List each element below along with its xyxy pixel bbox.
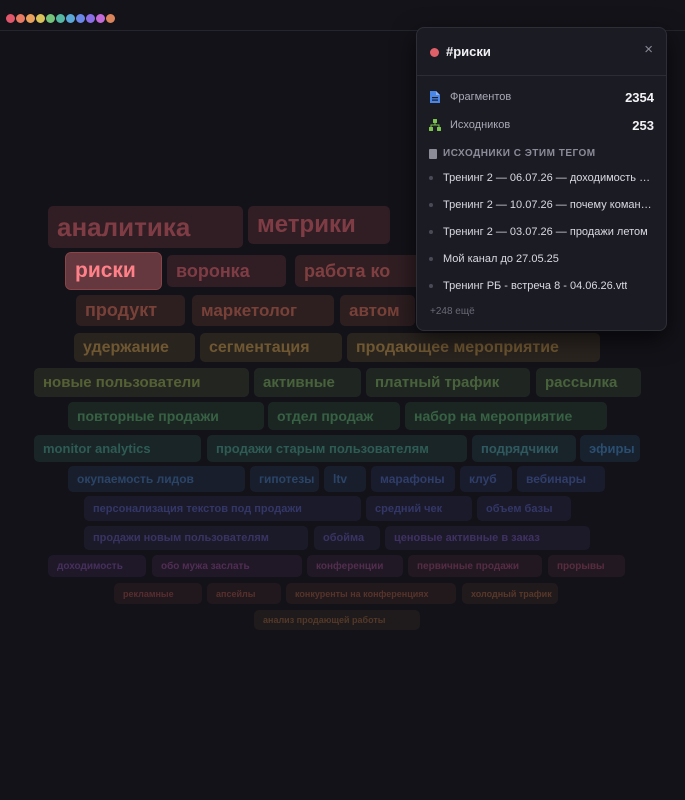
tag-chip[interactable]: monitor analytics <box>34 435 201 462</box>
tag-chip[interactable]: набор на мероприятие <box>405 402 607 430</box>
sources-stat: Исходников 253 <box>429 116 654 134</box>
source-title: Тренинг 2 — 10.07.26 — почему команда не… <box>443 199 655 211</box>
tag-chip[interactable]: новые пользователи <box>34 368 249 397</box>
more-sources-link[interactable]: +248 ещё <box>430 306 475 317</box>
tag-chip[interactable]: обойма <box>314 526 380 550</box>
tag-chip[interactable]: марафоны <box>371 466 455 492</box>
sources-label: Исходников <box>450 119 511 131</box>
tag-chip[interactable]: эфиры <box>580 435 640 462</box>
source-item[interactable]: Тренинг 2 — 03.07.26 — продажи летом <box>429 225 655 239</box>
tag-chip[interactable]: первичные продажи <box>408 555 542 577</box>
tag-chip[interactable]: продающее мероприятие <box>347 333 600 362</box>
hierarchy-icon <box>429 119 441 131</box>
source-title: Тренинг РБ - встреча 8 - 04.06.26.vtt <box>443 280 628 292</box>
close-icon[interactable]: × <box>644 41 653 58</box>
fragments-value: 2354 <box>625 89 654 105</box>
tag-chip[interactable]: сегментация <box>200 333 342 362</box>
bullet-icon <box>429 176 433 180</box>
tag-chip[interactable]: ltv <box>324 466 366 492</box>
panel-header: #риски × <box>417 28 666 76</box>
tag-chip[interactable]: аналитика <box>48 206 243 248</box>
panel-title: #риски <box>446 44 491 59</box>
tag-chip[interactable]: прорывы <box>548 555 625 577</box>
source-item[interactable]: Тренинг 2 — 06.07.26 — доходимость до се… <box>429 171 655 185</box>
tag-chip[interactable]: холодный трафик <box>462 583 558 604</box>
tag-chip[interactable]: удержание <box>74 333 195 362</box>
tag-chip[interactable]: доходимость <box>48 555 146 577</box>
tag-chip[interactable]: продукт <box>76 295 185 326</box>
bullet-icon <box>429 257 433 261</box>
fragments-label: Фрагментов <box>450 91 512 103</box>
tag-chip[interactable]: платный трафик <box>366 368 530 397</box>
tag-chip[interactable]: активные <box>254 368 361 397</box>
source-item[interactable]: Тренинг РБ - встреча 8 - 04.06.26.vtt <box>429 279 655 293</box>
tag-chip[interactable]: воронка <box>167 255 286 287</box>
tag-chip[interactable]: обо мужа заслать <box>152 555 302 577</box>
tag-chip[interactable]: клуб <box>460 466 512 492</box>
tag-chip[interactable]: ценовые активные в заказ <box>385 526 590 550</box>
tag-chip[interactable]: продажи старым пользователям <box>207 435 467 462</box>
tag-chip[interactable]: рекламные <box>114 583 202 604</box>
bullet-icon <box>429 203 433 207</box>
source-title: Мой канал до 27.05.25 <box>443 253 559 265</box>
tag-chip[interactable]: риски <box>66 253 161 289</box>
tag-chip[interactable]: объем базы <box>477 496 571 521</box>
tag-chip[interactable]: вебинары <box>517 466 605 492</box>
tag-chip[interactable]: конференции <box>307 555 403 577</box>
tag-details-panel: #риски × Фрагментов 2354 Исходников 253 … <box>416 27 667 331</box>
source-item[interactable]: Тренинг 2 — 10.07.26 — почему команда не… <box>429 198 655 212</box>
tag-chip[interactable]: работа ко <box>295 255 421 287</box>
tag-chip[interactable]: окупаемость лидов <box>68 466 245 492</box>
tag-chip[interactable]: отдел продаж <box>268 402 400 430</box>
fragments-stat: Фрагментов 2354 <box>429 88 654 106</box>
tag-chip[interactable]: персонализация текстов под продажи <box>84 496 361 521</box>
bullet-icon <box>429 230 433 234</box>
tag-chip[interactable]: анализ продающей работы <box>254 610 420 630</box>
tag-chip[interactable]: подрядчики <box>472 435 576 462</box>
tag-chip[interactable]: повторные продажи <box>68 402 264 430</box>
tag-chip[interactable]: гипотезы <box>250 466 319 492</box>
sources-value: 253 <box>632 117 654 133</box>
source-title: Тренинг 2 — 06.07.26 — доходимость до се… <box>443 172 655 184</box>
tag-chip[interactable]: апсейлы <box>207 583 281 604</box>
tag-chip[interactable]: продажи новым пользователям <box>84 526 308 550</box>
sources-section-header: ИСХОДНИКИ С ЭТИМ ТЕГОМ <box>429 148 596 159</box>
tag-chip[interactable]: метрики <box>248 206 390 244</box>
section-label: ИСХОДНИКИ С ЭТИМ ТЕГОМ <box>443 148 596 159</box>
bullet-icon <box>429 284 433 288</box>
tag-chip[interactable]: рассылка <box>536 368 641 397</box>
tag-color-dot <box>430 48 439 57</box>
source-title: Тренинг 2 — 03.07.26 — продажи летом <box>443 226 648 238</box>
document-icon <box>430 91 440 103</box>
tag-chip[interactable]: автом <box>340 295 415 326</box>
file-icon <box>429 148 437 159</box>
tag-chip[interactable]: средний чек <box>366 496 472 521</box>
source-item[interactable]: Мой канал до 27.05.25 <box>429 252 655 266</box>
tag-chip[interactable]: конкуренты на конференциях <box>286 583 456 604</box>
tag-chip[interactable]: маркетолог <box>192 295 334 326</box>
